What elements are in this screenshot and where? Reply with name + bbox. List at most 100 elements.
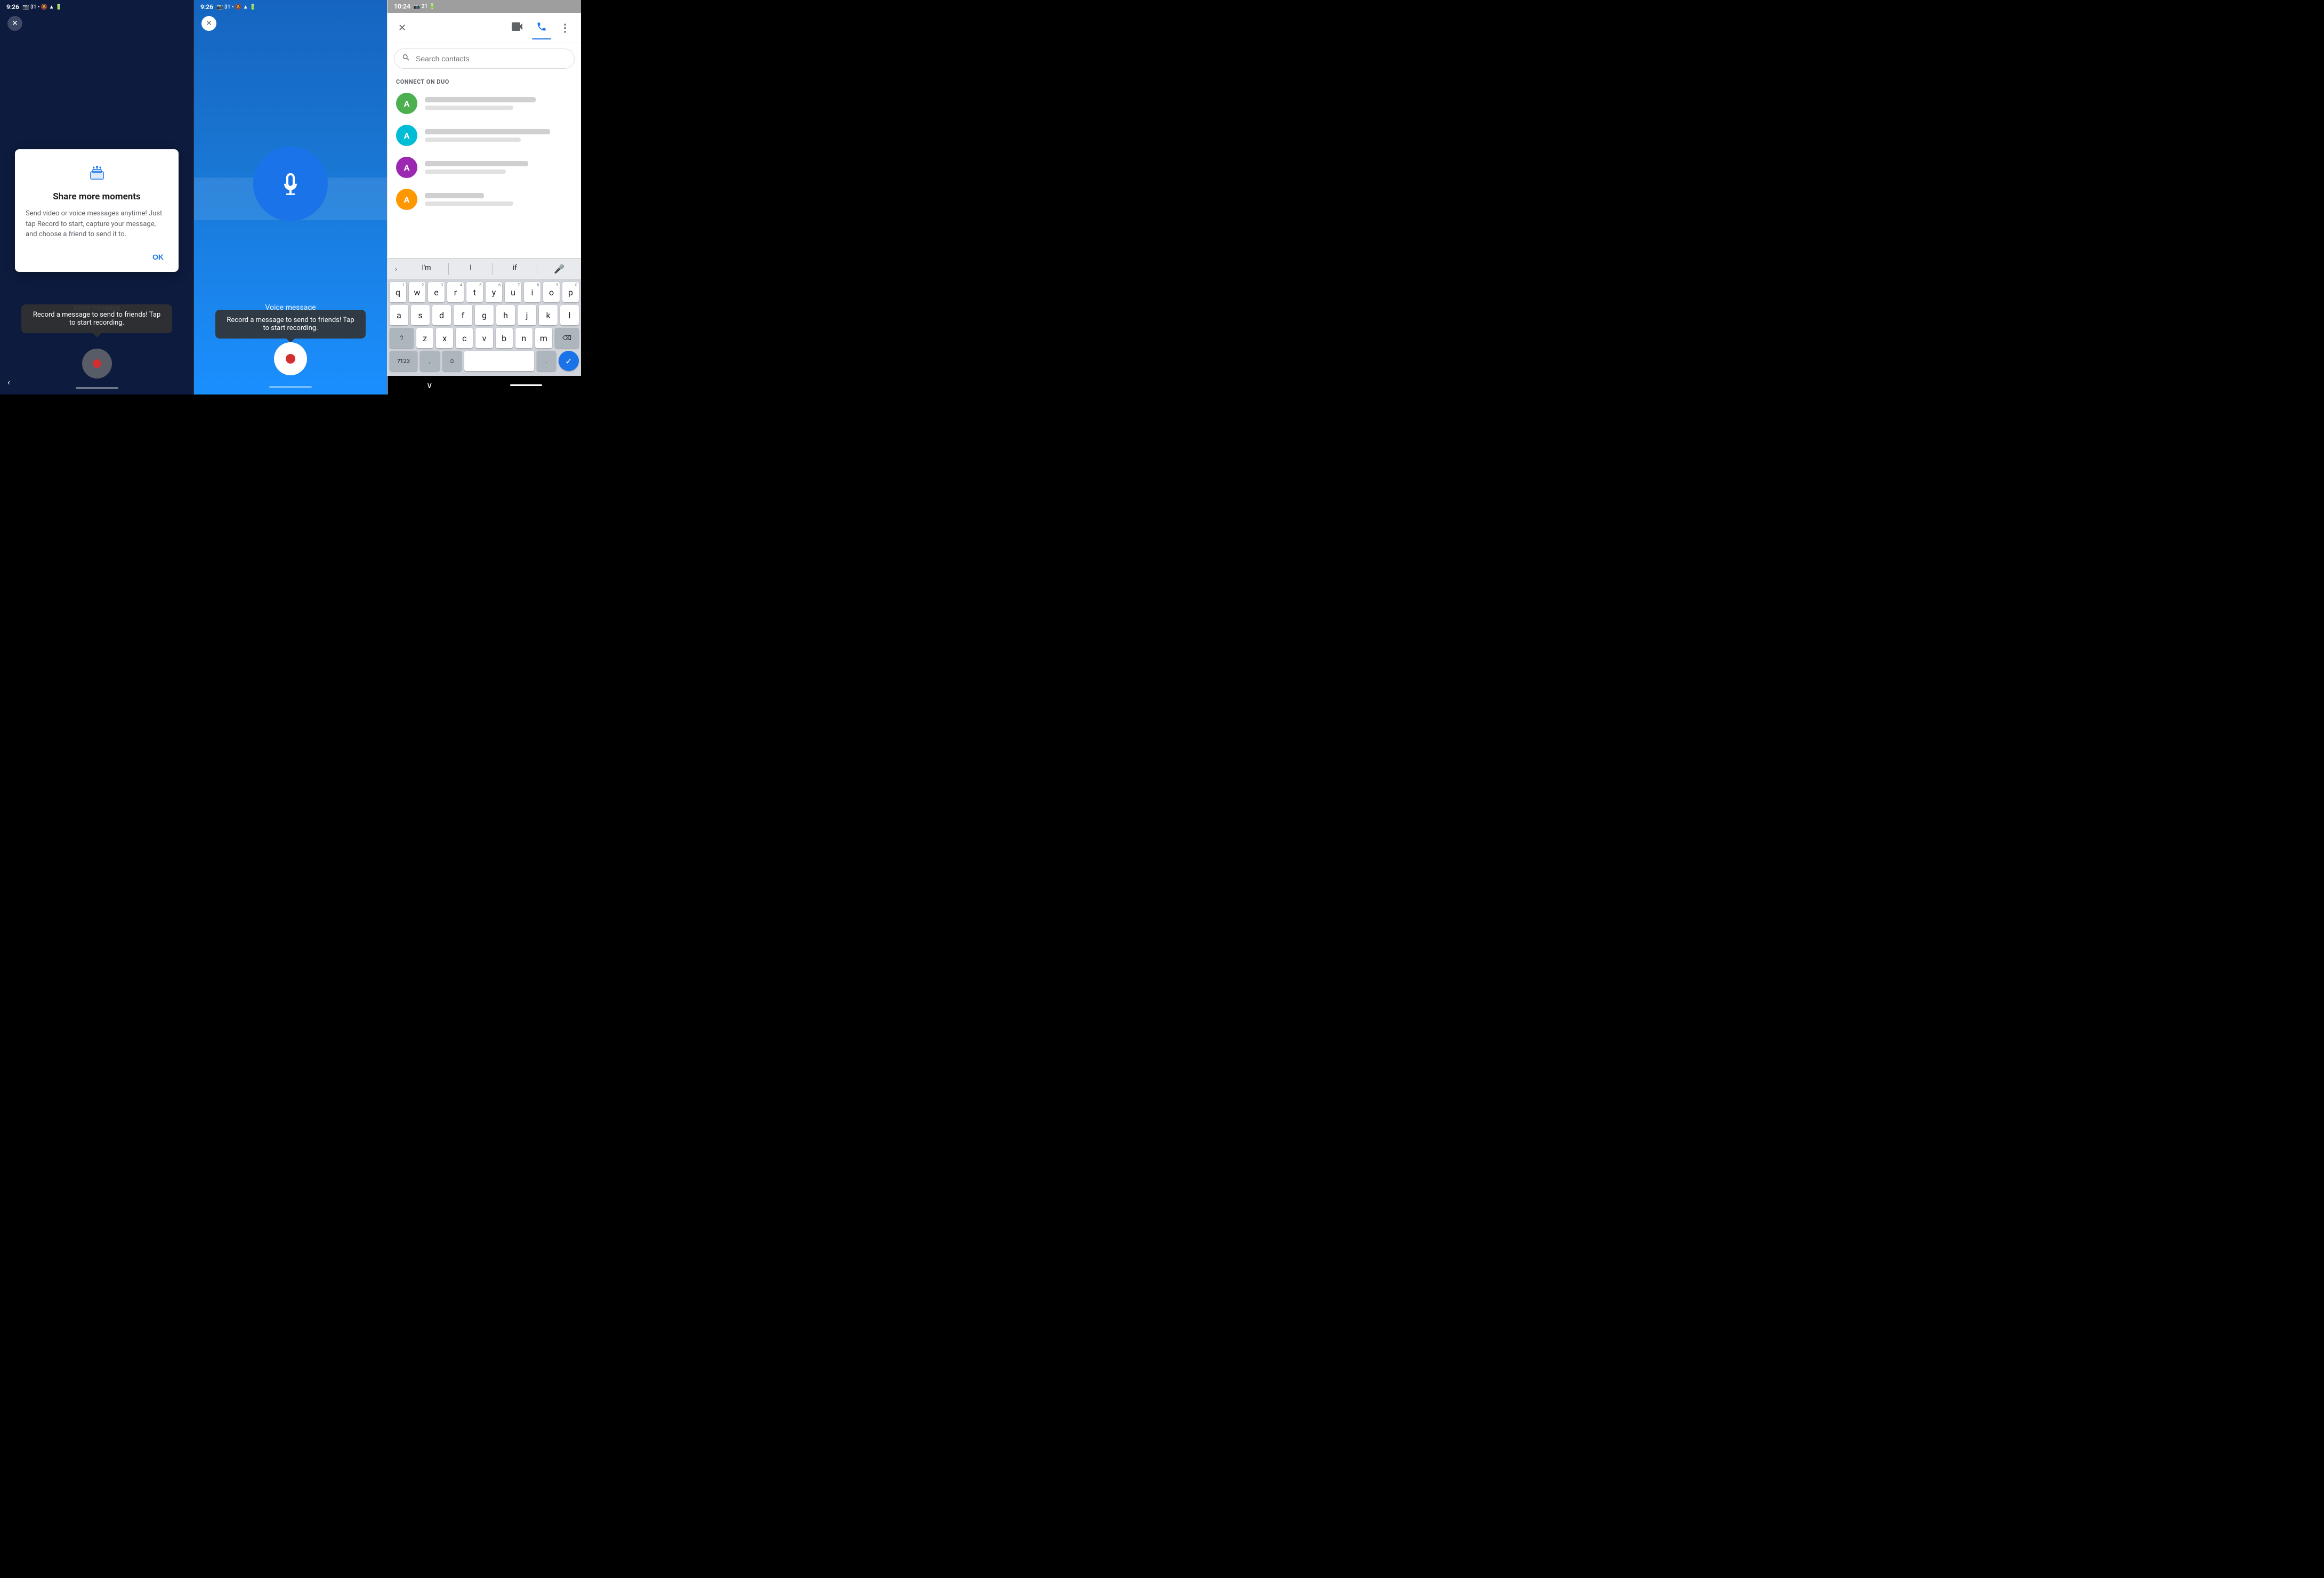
keyboard-suggestions: › I'm I if 🎤 [388, 258, 581, 280]
video-call-button[interactable] [507, 18, 528, 38]
key-a[interactable]: a [390, 305, 408, 325]
search-bar[interactable] [394, 49, 575, 69]
key-space[interactable] [464, 351, 534, 371]
suggestion-if[interactable]: if [493, 263, 537, 275]
contact-info-3 [425, 161, 572, 174]
key-g[interactable]: g [475, 305, 494, 325]
key-t[interactable]: t5 [466, 282, 483, 302]
contact-item[interactable]: A [388, 87, 581, 119]
status-bar-1: 9:26 📷 31 • 🔕 ▲ 🔋 [0, 0, 193, 14]
key-shift[interactable]: ⇧ [390, 328, 414, 348]
keyboard: › I'm I if 🎤 q1 w2 e3 r4 t5 y6 u7 i8 o9 … [388, 258, 581, 376]
dialog-title: Share more moments [26, 191, 168, 202]
key-u[interactable]: u7 [505, 282, 521, 302]
suggestion-im[interactable]: I'm [405, 263, 449, 275]
status-icons-2: 📷 31 • 🔕 ▲ 🔋 [216, 4, 256, 10]
keyboard-rows: q1 w2 e3 r4 t5 y6 u7 i8 o9 p0 a s d f g … [388, 280, 581, 376]
connect-on-duo-label: CONNECT ON DUO [388, 74, 581, 87]
nav-pill-3 [510, 384, 542, 386]
key-j[interactable]: j [518, 305, 536, 325]
key-r[interactable]: r4 [447, 282, 464, 302]
contact-name-2 [425, 129, 550, 134]
key-l[interactable]: l [560, 305, 579, 325]
phone-call-button[interactable] [532, 17, 551, 38]
p3-toolbar: ✕ ⋮ [388, 13, 581, 43]
suggestion-i[interactable]: I [449, 263, 493, 275]
dialog-body: Send video or voice messages anytime! Ju… [26, 208, 168, 240]
key-send[interactable]: ✓ [559, 351, 579, 371]
status-bar-2: 9:26 📷 31 • 🔕 ▲ 🔋 [194, 0, 387, 14]
tooltip-bubble-1: Record a message to send to friends! Tap… [21, 304, 172, 333]
key-s[interactable]: s [411, 305, 430, 325]
back-arrow-1[interactable]: ‹ [7, 377, 10, 387]
kbd-row-2: a s d f g h j k l [390, 305, 579, 325]
key-d[interactable]: d [432, 305, 451, 325]
contact-sub-3 [425, 170, 506, 174]
ok-button[interactable]: OK [148, 251, 168, 263]
panel-2: 9:26 📷 31 • 🔕 ▲ 🔋 ✕ Voice message Record… [193, 0, 387, 395]
contact-info-4 [425, 193, 572, 206]
contact-sub-1 [425, 106, 513, 110]
key-n[interactable]: n [515, 328, 532, 348]
key-z[interactable]: z [416, 328, 433, 348]
kbd-row-3: ⇧ z x c v b n m ⌫ [390, 328, 579, 348]
key-p[interactable]: p0 [562, 282, 579, 302]
dialog-icon [26, 162, 168, 185]
contact-item[interactable]: A [388, 183, 581, 215]
record-dot-2 [286, 354, 295, 364]
key-emoji[interactable]: ☺ [442, 351, 462, 371]
key-num-switch[interactable]: ?123 [390, 351, 417, 371]
key-q[interactable]: q1 [390, 282, 406, 302]
time-3: 10:24 [394, 3, 410, 10]
contact-name-1 [425, 97, 536, 102]
contact-avatar-4: A [396, 189, 417, 210]
key-period[interactable]: . [537, 351, 556, 371]
key-comma[interactable]: , [420, 351, 440, 371]
tooltip-bubble-2: Record a message to send to friends! Tap… [215, 310, 366, 339]
key-h[interactable]: h [496, 305, 515, 325]
panel-1: 9:26 📷 31 • 🔕 ▲ 🔋 ✕ Share more moments S [0, 0, 193, 395]
status-icons-1: 📷 31 • 🔕 ▲ 🔋 [22, 4, 62, 10]
keyboard-mic-icon[interactable]: 🎤 [537, 263, 581, 275]
time-2: 9:26 [200, 3, 213, 11]
search-input[interactable] [416, 54, 567, 63]
p3-nav-bar: ∨ [388, 376, 581, 395]
record-dot-1 [93, 359, 101, 368]
key-i[interactable]: i8 [524, 282, 540, 302]
panel-3: 10:24 📷 31 🔋 ✕ ⋮ CONNECT ON DUO [387, 0, 581, 395]
key-e[interactable]: e3 [428, 282, 445, 302]
time-1: 9:26 [6, 3, 19, 11]
nav-down-icon[interactable]: ∨ [426, 380, 433, 390]
close-button-2[interactable]: ✕ [201, 16, 216, 31]
nav-pill-1 [76, 387, 118, 389]
expand-icon[interactable]: › [388, 263, 405, 275]
close-button-1[interactable]: ✕ [7, 16, 22, 31]
dialog-actions: OK [26, 251, 168, 263]
record-button-2[interactable] [274, 342, 307, 375]
share-moments-dialog: Share more moments Send video or voice m… [15, 149, 179, 272]
key-o[interactable]: o9 [543, 282, 560, 302]
mic-circle[interactable] [253, 147, 328, 221]
key-v[interactable]: v [475, 328, 493, 348]
key-backspace[interactable]: ⌫ [555, 328, 579, 348]
nav-pill-2 [269, 386, 312, 388]
contact-sub-2 [425, 138, 521, 142]
key-y[interactable]: y6 [486, 282, 502, 302]
contact-item[interactable]: A [388, 151, 581, 183]
status-bar-3: 10:24 📷 31 🔋 [388, 0, 581, 13]
key-k[interactable]: k [539, 305, 558, 325]
key-m[interactable]: m [535, 328, 552, 348]
more-options-button[interactable]: ⋮ [555, 17, 575, 38]
key-b[interactable]: b [496, 328, 513, 348]
contact-item[interactable]: A [388, 119, 581, 151]
key-c[interactable]: c [456, 328, 473, 348]
close-button-3[interactable]: ✕ [394, 18, 410, 38]
search-icon [402, 53, 410, 64]
key-x[interactable]: x [436, 328, 453, 348]
key-w[interactable]: w2 [409, 282, 425, 302]
contact-avatar-1: A [396, 93, 417, 114]
status-icons-3: 📷 31 🔋 [414, 4, 435, 10]
contact-name-4 [425, 193, 484, 198]
key-f[interactable]: f [454, 305, 472, 325]
record-button-1[interactable] [82, 349, 112, 379]
